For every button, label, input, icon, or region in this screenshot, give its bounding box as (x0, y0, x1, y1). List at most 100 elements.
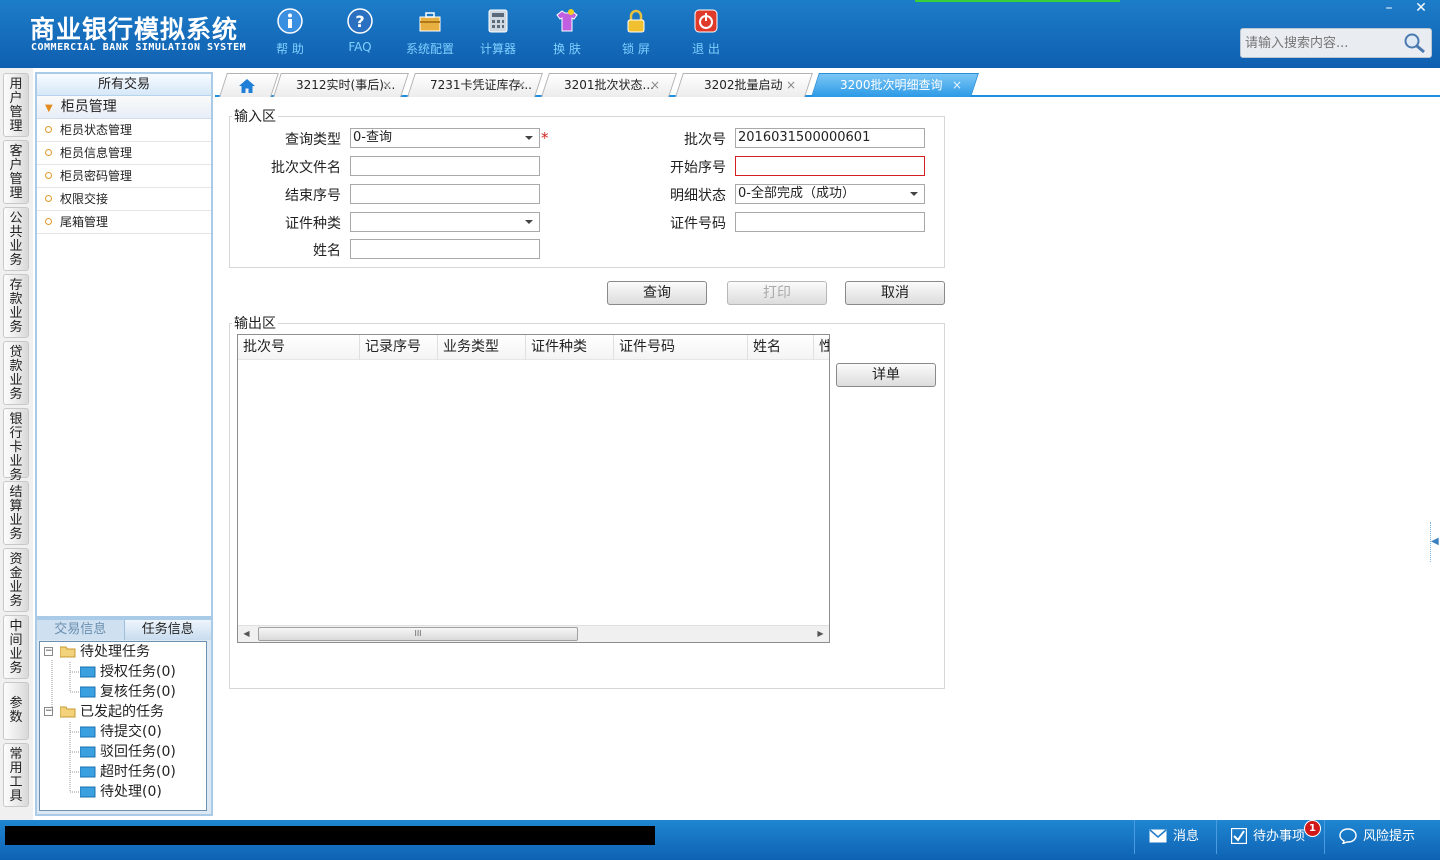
task-node-label: 待处理任务 (80, 644, 150, 660)
toolbox-icon (419, 12, 441, 32)
scroll-thumb[interactable]: III (258, 627, 578, 641)
detail-status-select[interactable]: 0-全部完成（成功） (735, 184, 925, 204)
id-no-field[interactable] (735, 212, 925, 232)
nav-settlement-business[interactable]: 结算业务 (3, 481, 29, 545)
folder-icon (80, 766, 96, 778)
nav-loan-business[interactable]: 贷款业务 (3, 341, 29, 405)
nav-deposit-business[interactable]: 存款业务 (3, 274, 29, 338)
task-panel: 交易信息 任务信息 − 待处理任务 授权任务(0) 复核任务(0) − 已发起的… (35, 618, 213, 816)
task-node-authorize[interactable]: 授权任务(0) (80, 662, 176, 682)
collapse-toggle[interactable]: − (44, 647, 53, 656)
task-node-to-process[interactable]: 待处理(0) (80, 782, 162, 802)
tree-header[interactable]: 所有交易 (37, 74, 211, 96)
help-button[interactable]: 帮 助 (260, 8, 320, 60)
start-seq-field[interactable] (735, 156, 925, 176)
tree-item-teller-status[interactable]: 柜员状态管理 (37, 119, 211, 142)
nav-parameters[interactable]: 参数 (3, 682, 29, 740)
lock-icon (627, 9, 645, 33)
column-batch-no[interactable]: 批次号 (238, 335, 360, 360)
tree-item-permission-handover[interactable]: 权限交接 (37, 188, 211, 211)
task-node-started[interactable]: 已发起的任务 (60, 702, 164, 722)
task-node-review[interactable]: 复核任务(0) (80, 682, 176, 702)
required-mark: * (541, 129, 549, 147)
bullet-icon (45, 218, 52, 225)
tree-item-tail-box[interactable]: 尾箱管理 (37, 211, 211, 234)
tab-close-button[interactable]: × (650, 74, 660, 96)
nav-label: 中间业务 (9, 619, 23, 676)
chevron-down-icon (525, 220, 533, 224)
exit-button[interactable]: 退 出 (676, 8, 736, 60)
batch-no-field[interactable]: 2016031500000601 (735, 128, 925, 148)
horizontal-scrollbar[interactable]: ◀ III ▶ (238, 625, 829, 642)
shirt-icon (556, 9, 578, 32)
calculator-button[interactable]: 计算器 (468, 8, 528, 60)
tab-close-button[interactable]: × (786, 74, 796, 96)
collapse-toggle[interactable]: − (44, 707, 53, 716)
minimize-button[interactable]: – (1374, 0, 1404, 18)
collapse-right-icon[interactable]: ◀ (1430, 522, 1439, 562)
system-config-button[interactable]: 系统配置 (400, 8, 460, 60)
end-seq-label: 结束序号 (285, 188, 341, 204)
column-id-type[interactable]: 证件种类 (526, 335, 614, 360)
faq-button[interactable]: ? FAQ (330, 8, 390, 60)
print-button[interactable]: 打印 (727, 281, 827, 305)
close-window-button[interactable]: ✕ (1406, 0, 1436, 18)
task-node-label: 已发起的任务 (80, 704, 164, 720)
mail-icon (1149, 828, 1167, 842)
risk-alert-button[interactable]: 风险提示 (1324, 820, 1440, 854)
table-header: 批次号 记录序号 业务类型 证件种类 证件号码 姓名 性 (238, 335, 829, 360)
end-seq-field[interactable] (350, 184, 540, 204)
tab-label: 3200批次明细查询 (840, 78, 943, 92)
query-button[interactable]: 查询 (607, 281, 707, 305)
tab-transaction-info[interactable]: 交易信息 (37, 620, 124, 640)
nav-common-tools[interactable]: 常用工具 (3, 743, 29, 807)
scroll-right-icon[interactable]: ▶ (812, 626, 829, 642)
tab-close-button[interactable]: × (382, 74, 392, 96)
nav-customer-management[interactable]: 客户管理 (3, 140, 29, 204)
tree-group-label: 柜员管理 (60, 99, 117, 115)
search-icon[interactable] (1403, 32, 1427, 54)
task-node-pending[interactable]: 待处理任务 (60, 642, 150, 662)
cancel-button[interactable]: 取消 (845, 281, 945, 305)
skin-button[interactable]: 换 肤 (537, 8, 597, 60)
id-type-label: 证件种类 (285, 216, 341, 232)
task-node-timeout[interactable]: 超时任务(0) (80, 762, 176, 782)
query-type-select[interactable]: 0-查询 (350, 128, 540, 148)
tab-3200[interactable]: 3200批次明细查询 × (811, 73, 979, 97)
tree-item-teller-password[interactable]: 柜员密码管理 (37, 165, 211, 188)
nav-fund-business[interactable]: 资金业务 (3, 548, 29, 612)
column-id-no[interactable]: 证件号码 (614, 335, 748, 360)
lock-screen-button[interactable]: 锁 屏 (606, 8, 666, 60)
batch-file-field[interactable] (350, 156, 540, 176)
nav-label: 用户管理 (9, 77, 23, 134)
nav-intermediary-business[interactable]: 中间业务 (3, 615, 29, 679)
task-node-rejected[interactable]: 驳回任务(0) (80, 742, 176, 762)
nav-public-business[interactable]: 公共业务 (3, 207, 29, 271)
task-node-label: 驳回任务(0) (100, 744, 176, 760)
tab-3212[interactable]: 3212实时(事后)... × (273, 73, 409, 97)
nav-card-business[interactable]: 银行卡业务 (3, 408, 29, 483)
tab-close-button[interactable]: × (516, 74, 526, 96)
detail-status-label: 明细状态 (670, 188, 726, 204)
column-record-seq[interactable]: 记录序号 (360, 335, 438, 360)
detail-button[interactable]: 详单 (836, 363, 936, 387)
name-field[interactable] (350, 239, 540, 259)
search-input[interactable] (1243, 31, 1403, 55)
exit-label: 退 出 (692, 42, 720, 56)
column-business-type[interactable]: 业务类型 (438, 335, 526, 360)
tree-item-teller-info[interactable]: 柜员信息管理 (37, 142, 211, 165)
messages-button[interactable]: 消息 (1134, 820, 1216, 854)
id-type-select[interactable] (350, 212, 540, 232)
tab-7231[interactable]: 7231卡凭证库存... × (407, 73, 543, 97)
tab-task-info[interactable]: 任务信息 (123, 620, 211, 640)
task-node-to-submit[interactable]: 待提交(0) (80, 722, 162, 742)
nav-user-management[interactable]: 用户管理 (3, 73, 29, 137)
scroll-left-icon[interactable]: ◀ (238, 626, 255, 642)
tab-close-button[interactable]: × (952, 74, 962, 96)
column-name[interactable]: 姓名 (748, 335, 814, 360)
tab-home[interactable] (219, 73, 279, 97)
tree-group-teller-management[interactable]: ▼ 柜员管理 (37, 96, 211, 119)
column-gender[interactable]: 性 (814, 335, 829, 360)
tab-3202[interactable]: 3202批量启动 × (675, 73, 813, 97)
tab-3201[interactable]: 3201批次状态... × (541, 73, 677, 97)
